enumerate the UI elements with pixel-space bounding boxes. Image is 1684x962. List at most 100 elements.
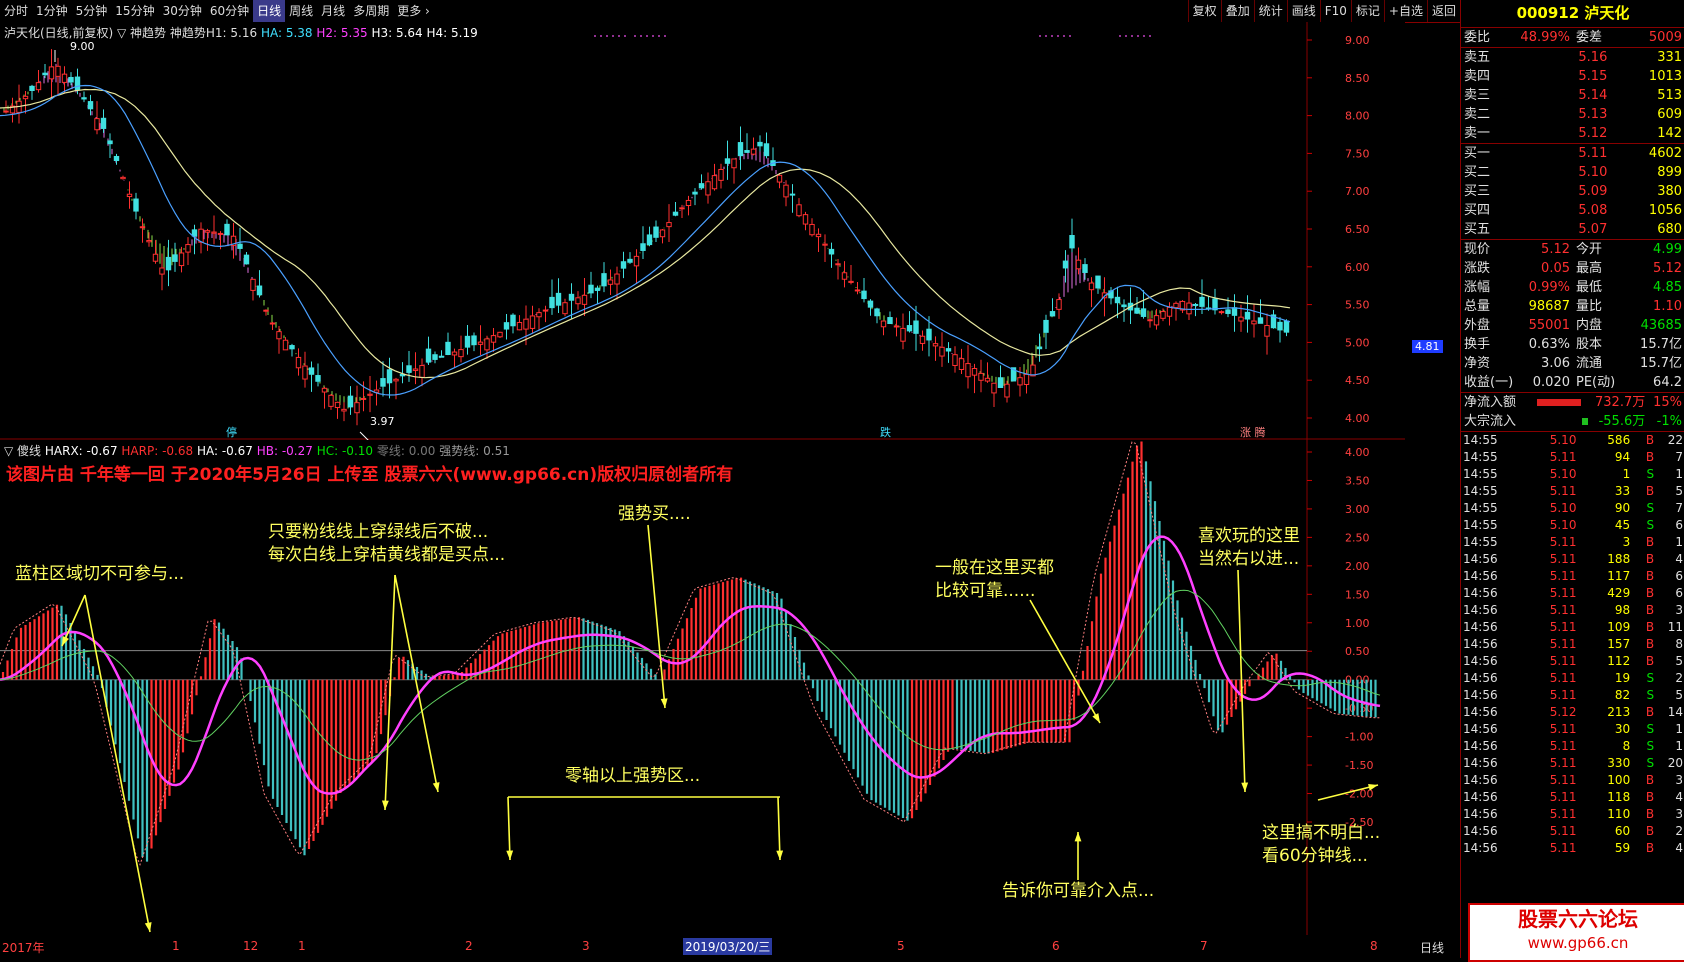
tick-time: 14:56 (1463, 722, 1498, 736)
period-tab-60min[interactable]: 60分钟 (206, 0, 253, 22)
candle-body (146, 239, 152, 243)
candle-body (594, 287, 601, 291)
stat-value: 5.12 (1541, 242, 1570, 257)
tick-row: 14:56 5.11 429 B 6 (1461, 585, 1684, 602)
candle-body (438, 355, 445, 358)
candle-body (178, 252, 185, 267)
signal-dot (1045, 35, 1047, 37)
candle-body (393, 378, 399, 382)
period-tab-daily[interactable]: 日线 (253, 0, 286, 22)
tick-time: 14:56 (1463, 671, 1498, 685)
signal-dot (634, 35, 636, 37)
candle-body (718, 168, 724, 181)
net-inflow-label: 净流入额 (1464, 395, 1517, 410)
period-tab-fenshi[interactable]: 分时 (0, 0, 32, 22)
tick-count: 4 (1675, 790, 1683, 804)
restore-rights-button[interactable]: 复权 (1187, 0, 1221, 22)
add-watchlist-button[interactable]: +自选 (1383, 0, 1427, 22)
overlay-button[interactable]: 叠加 (1220, 0, 1254, 22)
tick-side: B (1645, 637, 1655, 651)
period-tab-15min[interactable]: 15分钟 (111, 0, 158, 22)
period-tab-monthly[interactable]: 月线 (317, 0, 349, 22)
date-label: 2 (465, 939, 473, 953)
zero-line-value: 零线: 0.00 (376, 444, 436, 458)
candle-body (302, 365, 308, 380)
block-inflow-pct: -1% (1656, 414, 1682, 429)
net-inflow-row: 净流入额 732.7万 15% (1461, 392, 1684, 412)
indicator-chart[interactable]: 4.003.503.002.502.001.501.000.500.00-0.5… (0, 440, 1405, 935)
weicha-value: 5009 (1648, 30, 1682, 45)
candle-body (965, 363, 971, 378)
tick-side: B (1645, 841, 1655, 855)
mark-button[interactable]: 标记 (1350, 0, 1384, 22)
bid-label: 买四 (1464, 203, 1491, 218)
price-axis-label: 4.50 (1345, 374, 1370, 387)
candle-body (900, 327, 906, 342)
candle-body (822, 243, 828, 246)
candle-body (711, 175, 718, 190)
candle-body (42, 72, 48, 76)
tick-list[interactable]: 14:55 5.10 586 B 22 14:55 5.11 94 B 7 14:55 5.10 1 S 1… (1461, 431, 1684, 857)
candle-body (1160, 311, 1166, 319)
period-tab-1min[interactable]: 1分钟 (32, 0, 72, 22)
signal-dot (600, 35, 602, 37)
candle-body (952, 354, 958, 366)
candle-body (107, 140, 113, 145)
period-tab-weekly[interactable]: 周线 (285, 0, 317, 22)
statistics-button[interactable]: 统计 (1253, 0, 1287, 22)
candle-body (432, 354, 438, 360)
tick-row: 14:55 5.11 3 B 1 (1461, 534, 1684, 551)
candle-body (354, 402, 360, 414)
tick-count: 3 (1675, 807, 1683, 821)
date-label: 3 (582, 939, 590, 953)
stat-value: 0.99% (1528, 280, 1570, 295)
period-tab-more[interactable]: 更多 › (393, 0, 434, 22)
candle-body (893, 325, 900, 328)
signal-dot (612, 35, 614, 37)
candle-body (991, 382, 997, 394)
tick-row: 14:56 5.11 112 B 5 (1461, 653, 1684, 670)
candle-body (906, 325, 913, 332)
candle-body (601, 273, 607, 287)
candlestick-chart[interactable]: 9.00 8.50 8.00 7.50 7.00 6.50 6.00 5.50 5.00 4.50… (0, 22, 1405, 440)
tick-volume: 33 (1614, 484, 1631, 498)
period-tab-30min[interactable]: 30分钟 (159, 0, 206, 22)
stat-label: 收益(一) (1464, 375, 1514, 390)
tick-row: 14:56 5.11 60 B 2 (1461, 823, 1684, 840)
tick-side: B (1645, 552, 1655, 566)
candle-body (536, 312, 542, 318)
candle-body (347, 395, 354, 408)
stat-label: 外盘 (1464, 318, 1491, 333)
draw-line-button[interactable]: 画线 (1286, 0, 1320, 22)
candle-body (958, 358, 965, 370)
candle-body (243, 254, 250, 265)
tick-time: 14:56 (1463, 586, 1498, 600)
ha-value: HA: 5.38 (260, 26, 313, 40)
candle-body (679, 207, 685, 210)
candle-body (744, 150, 750, 153)
stat-row: 收益(一) 0.020 PE(动) 64.2 (1461, 373, 1684, 392)
candle-body (139, 226, 146, 229)
signal-dot (1149, 35, 1151, 37)
candle-body (367, 393, 373, 396)
candle-body (126, 193, 133, 198)
candle-body (321, 387, 328, 393)
net-inflow-value: 732.7万 (1595, 395, 1646, 410)
bid-row: 买三 5.09 380 (1461, 182, 1684, 201)
bid-price: 5.09 (1578, 184, 1608, 199)
period-tab-5min[interactable]: 5分钟 (72, 0, 112, 22)
tick-volume: 8 (1622, 739, 1631, 753)
candle-body (503, 322, 510, 330)
back-button[interactable]: 返回 (1426, 0, 1460, 22)
price-axis-label: 6.50 (1345, 223, 1370, 236)
tick-volume: 188 (1607, 552, 1631, 566)
candle-body (568, 293, 575, 301)
candle-body (1043, 319, 1049, 333)
period-tab-multi[interactable]: 多周期 (349, 0, 393, 22)
f10-button[interactable]: F10 (1319, 0, 1351, 22)
tick-volume: 157 (1607, 637, 1631, 651)
candle-body (289, 345, 295, 350)
candle-body (159, 267, 165, 275)
candle-body (549, 296, 555, 309)
tick-volume: 3 (1622, 535, 1631, 549)
